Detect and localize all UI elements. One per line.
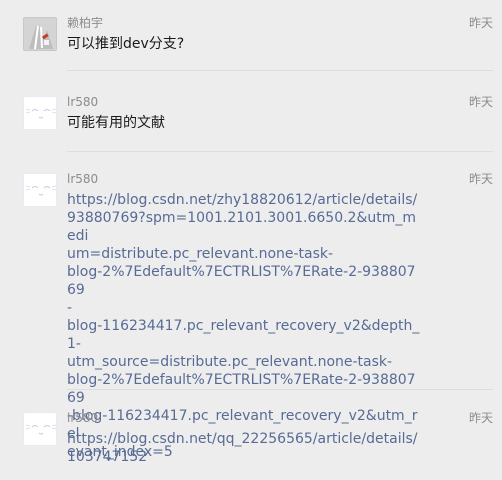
message-link[interactable]: https://blog.csdn.net/qq_22256565/articl…	[67, 430, 422, 466]
message-text[interactable]: 可能有用的文献	[67, 114, 422, 132]
link-line: -	[67, 300, 73, 316]
message-divider	[67, 389, 493, 390]
message-time: 昨天	[468, 411, 493, 425]
chat-message: lr580 昨天 可能有用的文献	[0, 80, 502, 155]
link-line: 103747152	[67, 449, 148, 465]
link-line: blog-116234417.pc_relevant_recovery_v2&d…	[67, 318, 420, 352]
link-line: um=distribute.pc_relevant.none-task-	[67, 246, 334, 262]
sleepy-face-avatar-icon	[24, 97, 56, 129]
link-line: utm_source=distribute.pc_relevant.none-t…	[67, 354, 393, 370]
sender-avatar[interactable]	[23, 173, 57, 207]
message-divider	[67, 151, 493, 152]
message-time: 昨天	[468, 95, 493, 109]
message-time: 昨天	[468, 16, 493, 30]
message-text[interactable]: 可以推到dev分支?	[67, 35, 422, 53]
sender-name: lr580	[67, 172, 99, 186]
sleepy-face-avatar-icon	[24, 413, 56, 445]
message-time: 昨天	[468, 172, 493, 186]
sender-avatar[interactable]	[23, 412, 57, 446]
chat-message: 赖柏宇 昨天 可以推到dev分支?	[0, 0, 502, 80]
sleepy-face-avatar-icon	[24, 174, 56, 206]
link-line: 93880769?spm=1001.2101.3001.6650.2&utm_m…	[67, 210, 417, 244]
message-divider	[67, 70, 493, 71]
sender-name: lr580	[67, 95, 99, 109]
chat-message: lr580 昨天 https://blog.csdn.net/qq_222565…	[0, 394, 502, 480]
link-line: https://blog.csdn.net/qq_22256565/articl…	[67, 431, 418, 447]
link-line: blog-2%7Edefault%7ECTRLIST%7ERate-2-9388…	[67, 264, 416, 298]
photo-avatar-icon	[24, 18, 56, 50]
chat-message: lr580 昨天 https://blog.csdn.net/zhy188206…	[0, 155, 502, 460]
sender-name: lr580	[67, 411, 99, 425]
sender-name: 赖柏宇	[67, 16, 104, 30]
sender-avatar[interactable]	[23, 17, 57, 51]
sender-avatar[interactable]	[23, 96, 57, 130]
link-line: https://blog.csdn.net/zhy18820612/articl…	[67, 192, 418, 208]
